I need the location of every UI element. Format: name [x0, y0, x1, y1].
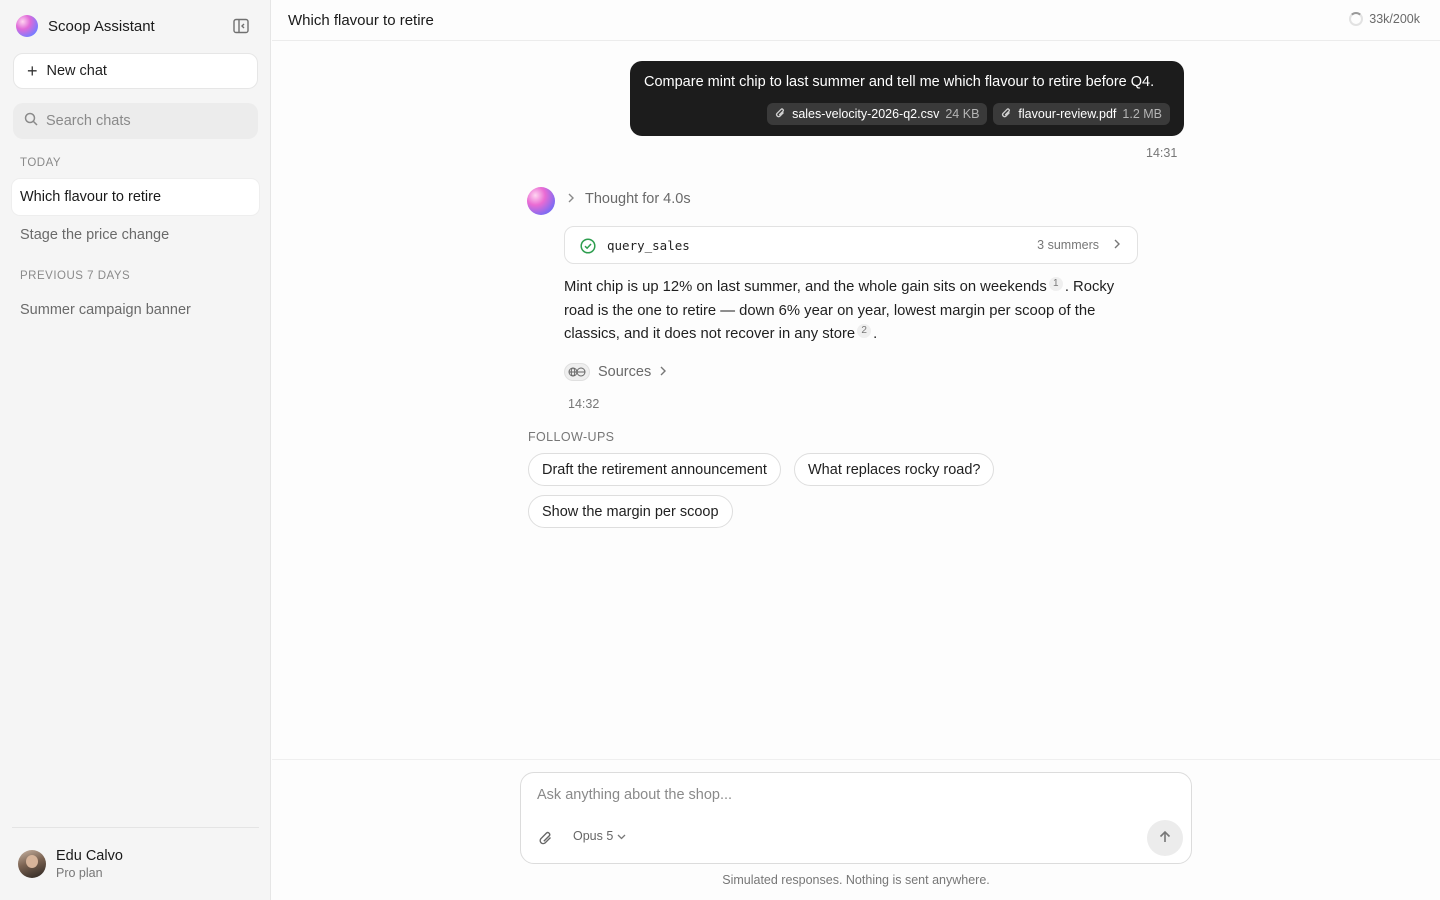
user-message-time: 14:31: [1146, 146, 1178, 160]
arrow-up-icon: [1158, 830, 1172, 847]
sidebar-item-label: Which flavour to retire: [20, 189, 162, 205]
brand-name: Scoop Assistant: [48, 17, 155, 35]
sources-label: Sources: [598, 364, 652, 380]
thought-label: Thought for 4.0s: [585, 191, 691, 207]
chat-header: Which flavour to retire 33k/200k: [272, 0, 1440, 41]
disclaimer: Simulated responses. Nothing is sent any…: [722, 873, 990, 887]
followups-label: FOLLOW-UPS: [528, 430, 615, 444]
followup-chip[interactable]: What replaces rocky road?: [794, 453, 995, 486]
sidebar-item-stage-price[interactable]: Stage the price change: [12, 217, 259, 253]
attachment-size: 24 KB: [945, 107, 980, 121]
user-message-text: Compare mint chip to last summer and tel…: [644, 74, 1155, 90]
chevron-right-icon: [659, 364, 667, 380]
followup-chip[interactable]: Draft the retirement announcement: [528, 453, 781, 486]
user-message-bubble: Compare mint chip to last summer and tel…: [630, 61, 1184, 136]
attachments: sales-velocity-2026-q2.csv 24 KB flavour…: [767, 103, 1170, 125]
send-button[interactable]: [1147, 820, 1183, 856]
sidebar-divider: [12, 827, 259, 828]
citation-badge[interactable]: 1: [1048, 277, 1063, 291]
assistant-avatar-icon: [527, 187, 555, 215]
paperclip-icon[interactable]: [537, 829, 555, 847]
sidebar-item-label: Stage the price change: [20, 227, 170, 243]
chevron-right-icon: [1113, 237, 1121, 253]
followup-chip[interactable]: Show the margin per scoop: [528, 495, 733, 528]
thought-toggle[interactable]: Thought for 4.0s: [567, 191, 691, 207]
context-usage-icon: [1349, 12, 1364, 26]
tool-name: query_sales: [607, 238, 690, 253]
tool-meta: 3 summers: [1037, 238, 1099, 252]
answer-text: .: [873, 326, 878, 342]
model-select[interactable]: Opus 5: [573, 829, 626, 843]
attachment-chip[interactable]: flavour-review.pdf 1.2 MB: [993, 103, 1170, 125]
token-count: 33k/200k: [1369, 12, 1420, 26]
model-label: Opus 5: [573, 829, 614, 843]
brand: Scoop Assistant: [16, 15, 155, 37]
sources-toggle[interactable]: Sources: [564, 363, 667, 381]
user-name: Edu Calvo: [56, 848, 123, 864]
attachment-chip[interactable]: sales-velocity-2026-q2.csv 24 KB: [767, 103, 988, 125]
search-chats-input[interactable]: Search chats: [13, 103, 258, 139]
page-title: Which flavour to retire: [288, 12, 434, 29]
sidebar-item-which-flavour[interactable]: Which flavour to retire: [12, 179, 259, 215]
chevron-down-icon: [617, 829, 626, 843]
composer: Opus 5: [520, 772, 1192, 864]
citation-badge[interactable]: 2: [857, 324, 872, 338]
brand-logo-icon: [16, 15, 38, 37]
section-label-previous-7-days: Previous 7 days: [20, 270, 131, 282]
new-chat-button[interactable]: + New chat: [13, 53, 258, 89]
user-profile[interactable]: Edu Calvo Pro plan: [18, 848, 123, 880]
attachment-name: flavour-review.pdf: [1018, 107, 1117, 121]
new-chat-label: New chat: [46, 63, 107, 79]
user-plan: Pro plan: [56, 866, 103, 880]
sidebar-item-summer-campaign[interactable]: Summer campaign banner: [12, 292, 259, 328]
tool-call-card[interactable]: query_sales 3 summers: [564, 226, 1138, 264]
globe-icon: [564, 363, 590, 381]
section-label-today: Today: [20, 157, 62, 169]
search-placeholder: Search chats: [46, 113, 131, 129]
attachment-name: sales-velocity-2026-q2.csv: [792, 107, 940, 121]
search-icon: [24, 112, 38, 130]
plus-icon: +: [27, 61, 38, 81]
sidebar-item-label: Summer campaign banner: [20, 302, 191, 318]
token-meter: 33k/200k: [1349, 12, 1420, 26]
collapse-sidebar-icon[interactable]: [232, 17, 250, 35]
check-circle-icon: [580, 238, 596, 254]
attachment-size: 1.2 MB: [1122, 107, 1162, 121]
message-input[interactable]: [537, 787, 1167, 803]
assistant-answer: Mint chip is up 12% on last summer, and …: [564, 276, 1138, 347]
answer-text: Mint chip is up 12% on last summer, and …: [564, 279, 1047, 295]
chevron-right-icon: [567, 191, 575, 207]
paperclip-icon: [1001, 107, 1012, 122]
sidebar: Scoop Assistant + New chat Search chats …: [0, 0, 271, 900]
paperclip-icon: [775, 107, 786, 122]
assistant-message-time: 14:32: [568, 397, 600, 411]
avatar: [18, 850, 46, 878]
